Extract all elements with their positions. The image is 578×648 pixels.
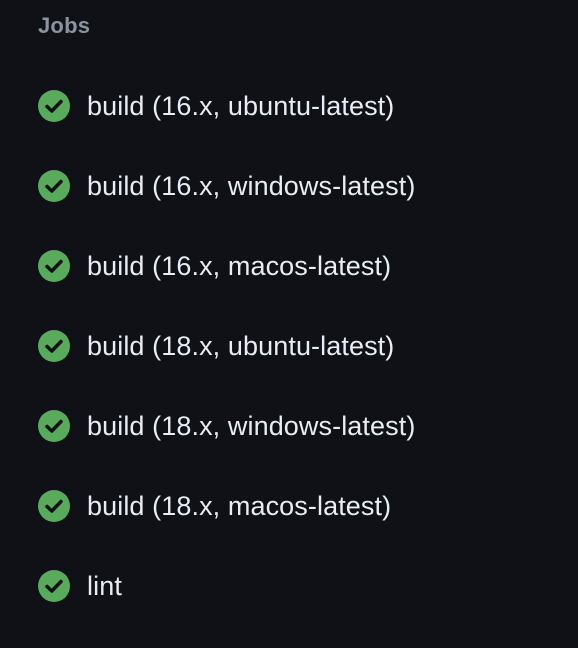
check-circle-icon — [38, 170, 70, 202]
check-circle-icon — [38, 570, 70, 602]
job-item-build-16-windows[interactable]: build (16.x, windows-latest) — [38, 162, 415, 210]
check-circle-icon — [38, 330, 70, 362]
check-circle-icon — [38, 250, 70, 282]
check-circle-icon — [38, 90, 70, 122]
job-label: build (18.x, windows-latest) — [87, 410, 416, 441]
jobs-section-title: Jobs — [38, 13, 91, 38]
check-circle-icon — [38, 410, 70, 442]
job-label: build (16.x, macos-latest) — [87, 250, 392, 281]
jobs-panel: Jobs build (16.x, ubuntu-latest) build (… — [0, 0, 578, 648]
job-item-build-16-macos[interactable]: build (16.x, macos-latest) — [38, 242, 415, 290]
check-circle-icon — [38, 490, 70, 522]
job-item-lint[interactable]: lint — [38, 562, 415, 610]
job-label: lint — [87, 570, 122, 601]
job-label: build (18.x, macos-latest) — [87, 490, 392, 521]
job-label: build (18.x, ubuntu-latest) — [87, 330, 395, 361]
job-item-build-18-windows[interactable]: build (18.x, windows-latest) — [38, 402, 415, 450]
job-label: build (16.x, ubuntu-latest) — [87, 90, 395, 121]
job-item-build-18-macos[interactable]: build (18.x, macos-latest) — [38, 482, 415, 530]
job-label: build (16.x, windows-latest) — [87, 170, 416, 201]
jobs-list: build (16.x, ubuntu-latest) build (16.x,… — [38, 82, 415, 610]
job-item-build-18-ubuntu[interactable]: build (18.x, ubuntu-latest) — [38, 322, 415, 370]
job-item-build-16-ubuntu[interactable]: build (16.x, ubuntu-latest) — [38, 82, 415, 130]
